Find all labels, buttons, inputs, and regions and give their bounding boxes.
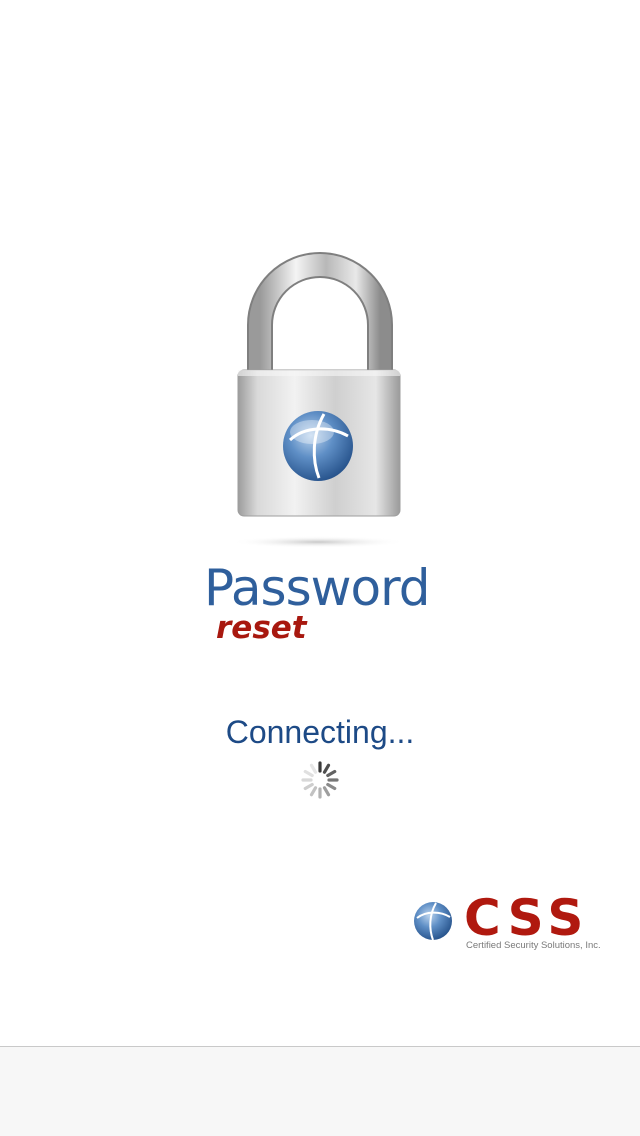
padlock-icon xyxy=(230,252,406,548)
globe-icon xyxy=(414,902,452,941)
company-name: CSS xyxy=(464,889,590,947)
app-subtitle: reset xyxy=(216,610,307,646)
activity-spinner-icon xyxy=(301,761,339,799)
bottom-bar xyxy=(0,1046,640,1136)
splash-screen: Password reset Connecting... CSS Certifi… xyxy=(0,0,640,1136)
connection-status: Connecting... xyxy=(225,714,415,750)
company-tagline: Certified Security Solutions, Inc. xyxy=(466,940,601,951)
company-logo: CSS Certified Security Solutions, Inc. xyxy=(412,890,624,958)
